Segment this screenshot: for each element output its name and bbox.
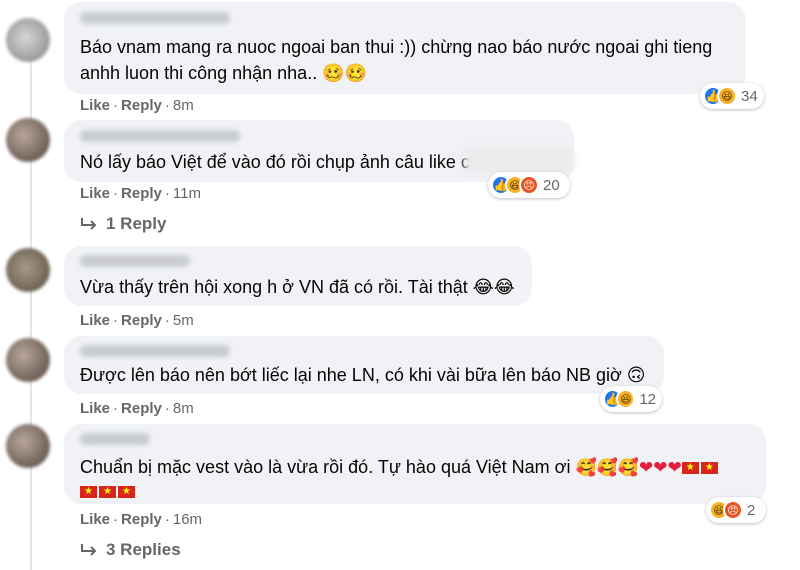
like-button[interactable]: Like: [80, 97, 110, 114]
reaction-count: 2: [747, 501, 756, 519]
emoji: 🥰: [617, 458, 640, 477]
like-button[interactable]: Like: [80, 511, 110, 528]
author-name[interactable]: [80, 12, 230, 24]
author-name[interactable]: [80, 255, 190, 267]
comment-text-line: Báo vnam mang ra nuoc ngoai ban thui :))…: [80, 37, 713, 57]
comment-bubble: Báo vnam mang ra nuoc ngoai ban thui :))…: [64, 2, 746, 94]
comment-text-line: ★ ★ ★: [80, 478, 137, 505]
replies-label: 3 Replies: [106, 540, 181, 559]
haha-icon: 😆: [717, 86, 737, 106]
reply-button[interactable]: Reply: [121, 312, 162, 329]
comment-actions: Like · Reply · 5m: [80, 312, 194, 329]
haha-icon: 😆: [616, 389, 636, 409]
reply-button[interactable]: Reply: [121, 185, 162, 202]
reply-button[interactable]: Reply: [121, 97, 162, 114]
reaction-summary[interactable]: 👍 😆 12: [600, 386, 662, 412]
heart-emoji: ❤: [667, 458, 682, 477]
heart-emoji: ❤: [653, 458, 668, 477]
author-name[interactable]: [80, 130, 240, 142]
comment-text-line: Được lên báo nên bớt liếc lại nhe LN, có…: [80, 365, 646, 385]
emoji: 🥰: [596, 458, 618, 477]
timestamp[interactable]: 8m: [173, 97, 194, 114]
reaction-count: 12: [639, 390, 656, 408]
comment-actions: Like · Reply · 11m: [80, 185, 201, 202]
angry-icon: 😠: [519, 175, 539, 195]
comment-bubble: Được lên báo nên bớt liếc lại nhe LN, có…: [64, 336, 664, 394]
avatar[interactable]: [6, 248, 50, 292]
avatar[interactable]: [6, 18, 50, 62]
author-name[interactable]: [80, 433, 150, 445]
vietnam-flag-icon: ★: [118, 486, 135, 499]
reply-button[interactable]: Reply: [121, 511, 162, 528]
vietnam-flag-icon: ★: [700, 462, 718, 475]
comment-text-line: Vừa thấy trên hội xong h ở VN đã có rồi.…: [80, 277, 515, 297]
angry-icon: 😠: [723, 500, 743, 520]
author-name[interactable]: [80, 345, 230, 357]
comment-actions: Like · Reply · 16m: [80, 511, 203, 528]
replies-label: 1 Reply: [106, 214, 167, 233]
reply-button[interactable]: Reply: [121, 400, 162, 417]
avatar[interactable]: [6, 118, 50, 162]
comment-text-line: Chuẩn bị mặc vest vào là vừa rồi đó. Tự …: [80, 454, 720, 481]
timestamp[interactable]: 11m: [173, 185, 201, 202]
view-replies-link[interactable]: 1 Reply: [80, 214, 166, 234]
reaction-count: 34: [741, 87, 758, 105]
comment-text-line: anhh luon thi công nhận nha.. 🥴🥴: [80, 63, 368, 83]
reaction-summary[interactable]: 👍 😆 😠 20: [488, 172, 570, 198]
avatar[interactable]: [6, 424, 50, 468]
view-replies-link[interactable]: 3 Replies: [80, 540, 181, 560]
comment-bubble: Chuẩn bị mặc vest vào là vừa rồi đó. Tự …: [64, 424, 766, 504]
vietnam-flag-icon: ★: [99, 486, 116, 499]
comment-actions: Like · Reply · 8m: [80, 97, 194, 114]
like-button[interactable]: Like: [80, 312, 110, 329]
like-button[interactable]: Like: [80, 185, 110, 202]
reply-arrow-icon: [81, 218, 97, 230]
timestamp[interactable]: 5m: [173, 312, 194, 329]
blurred-text: [464, 146, 574, 174]
reaction-summary[interactable]: 👍 😆 34: [700, 83, 764, 109]
like-button[interactable]: Like: [80, 400, 110, 417]
comment-actions: Like · Reply · 8m: [80, 400, 194, 417]
emoji: 🥰: [575, 458, 597, 477]
heart-emoji: ❤: [639, 458, 654, 477]
reply-arrow-icon: [81, 544, 97, 556]
avatar[interactable]: [6, 338, 50, 382]
vietnam-flag-icon: ★: [80, 486, 97, 499]
timestamp[interactable]: 8m: [173, 400, 194, 417]
reaction-summary[interactable]: 😆 😠 2: [706, 497, 766, 523]
reaction-count: 20: [543, 176, 560, 194]
comment-text-line: Nó lấy báo Việt để vào đó rồi chụp ảnh c…: [80, 152, 470, 172]
vietnam-flag-icon: ★: [681, 462, 699, 475]
comment-bubble: Vừa thấy trên hội xong h ở VN đã có rồi.…: [64, 246, 532, 306]
timestamp[interactable]: 16m: [173, 511, 202, 528]
